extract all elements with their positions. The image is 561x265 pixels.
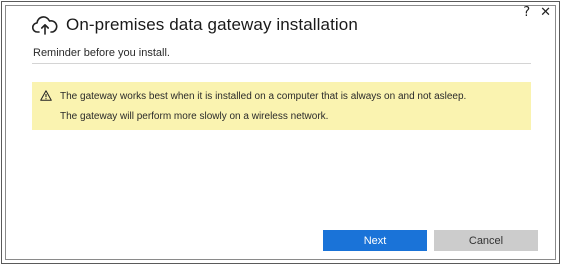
dialog-inner-border: [5, 5, 556, 260]
header-divider: [32, 63, 531, 64]
help-button[interactable]: ?: [523, 6, 530, 19]
window-controls: ? ✕: [523, 6, 551, 19]
warning-text-wireless: The gateway will perform more slowly on …: [60, 111, 329, 122]
warning-banner: The gateway works best when it is instal…: [32, 82, 531, 130]
cloud-upload-icon: [32, 16, 58, 35]
dialog-window: ? ✕ On-premises data gateway installatio…: [1, 1, 560, 264]
close-button[interactable]: ✕: [540, 6, 551, 19]
reminder-subtitle: Reminder before you install.: [33, 47, 170, 59]
next-button[interactable]: Next: [323, 230, 427, 251]
warning-text-always-on: The gateway works best when it is instal…: [60, 91, 467, 102]
page-title: On-premises data gateway installation: [66, 15, 358, 34]
warning-triangle-icon: [40, 90, 52, 101]
dialog-header: On-premises data gateway installation: [32, 15, 358, 35]
cancel-button[interactable]: Cancel: [434, 230, 538, 251]
